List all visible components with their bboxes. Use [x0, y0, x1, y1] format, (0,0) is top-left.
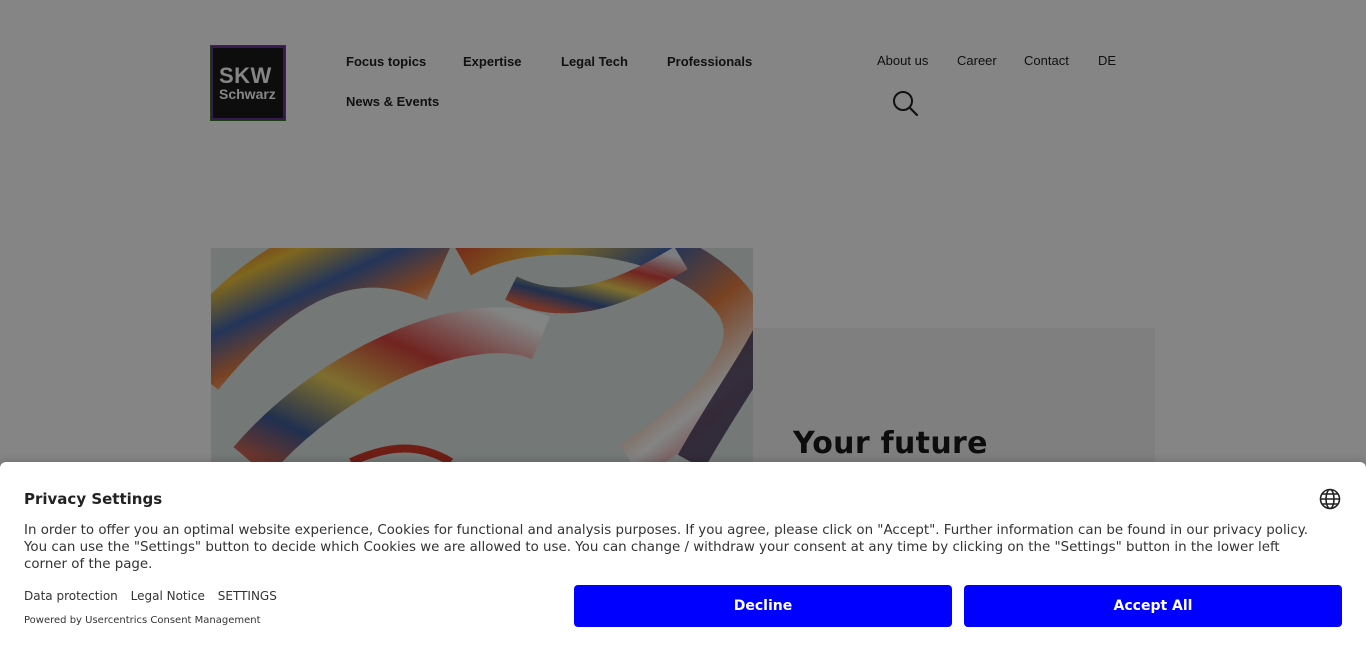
banner-links: Data protection Legal Notice SETTINGS	[24, 589, 286, 603]
decline-button[interactable]: Decline	[574, 585, 952, 627]
data-protection-link[interactable]: Data protection	[24, 589, 118, 603]
settings-link[interactable]: SETTINGS	[218, 589, 277, 603]
legal-notice-link[interactable]: Legal Notice	[131, 589, 205, 603]
privacy-settings-banner: Privacy Settings In order to offer you a…	[0, 462, 1366, 651]
powered-by-text: Powered by Usercentrics Consent Manageme…	[24, 615, 261, 626]
banner-title: Privacy Settings	[24, 490, 163, 508]
globe-icon[interactable]	[1318, 487, 1342, 511]
banner-message: In order to offer you an optimal website…	[24, 523, 1309, 572]
accept-all-button[interactable]: Accept All	[964, 585, 1342, 627]
